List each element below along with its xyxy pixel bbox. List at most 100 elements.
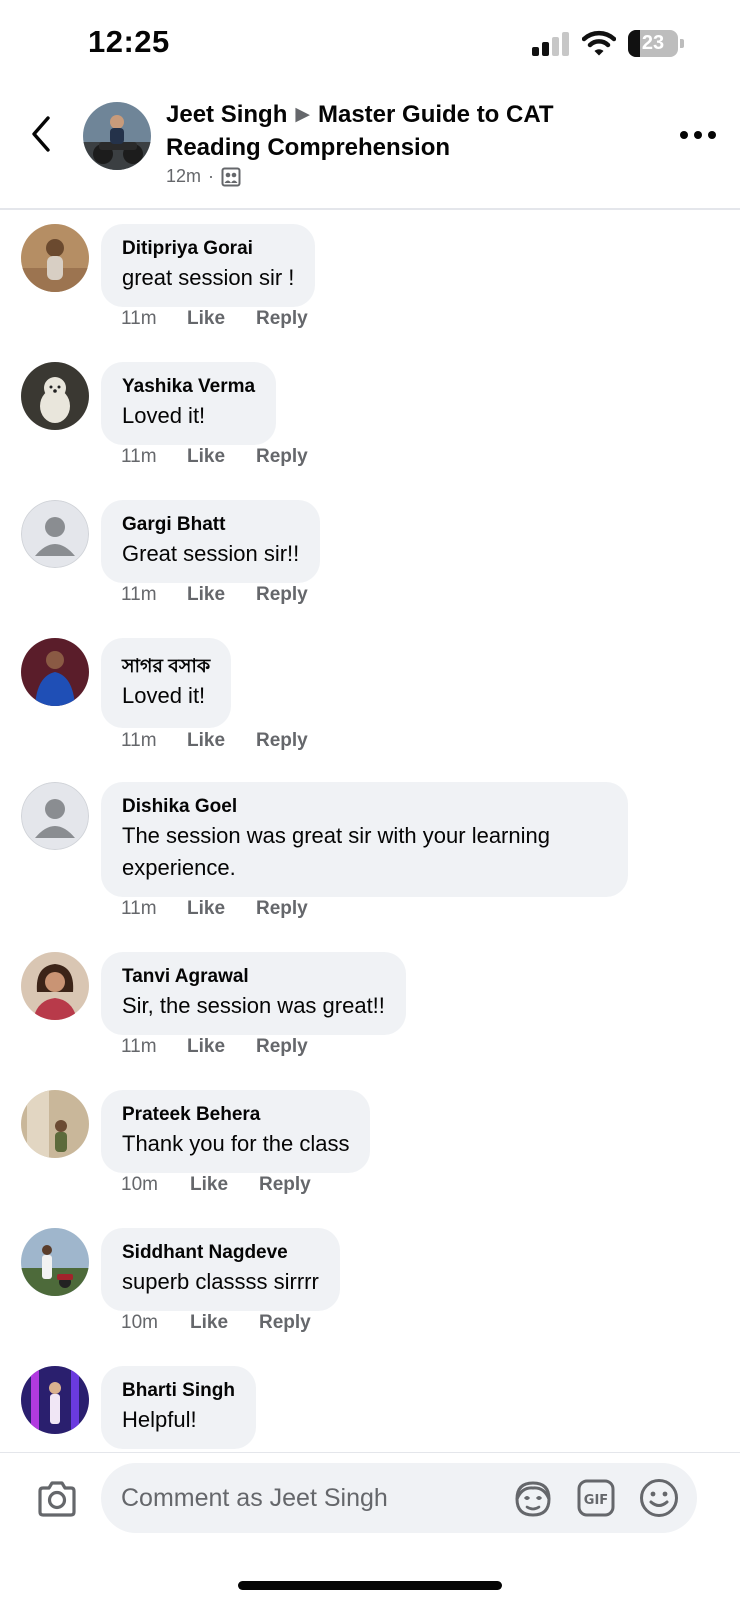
avatar[interactable] [21, 1228, 89, 1296]
triangle-right-icon: ▶ [295, 104, 310, 125]
reply-button[interactable]: Reply [256, 584, 308, 606]
comment-actions: 11m Like Reply [121, 584, 308, 606]
reply-button[interactable]: Reply [256, 446, 308, 468]
comment-text: Great session sir!! [122, 541, 300, 566]
reply-button[interactable]: Reply [256, 308, 308, 330]
commenter-name[interactable]: Tanvi Agrawal [122, 964, 385, 990]
comment-bubble[interactable]: Dishika Goel The session was great sir w… [101, 782, 628, 897]
comment-bubble[interactable]: Siddhant Nagdeve superb classss sirrrr [101, 1228, 340, 1311]
wifi-icon [581, 30, 617, 56]
more-options-button[interactable] [680, 128, 716, 142]
avatar[interactable] [21, 952, 89, 1020]
comment-bubble[interactable]: Prateek Behera Thank you for the class [101, 1090, 371, 1173]
emoji-button[interactable] [639, 1478, 679, 1518]
reply-button[interactable]: Reply [256, 898, 308, 920]
avatar[interactable] [21, 362, 89, 430]
comment-text: The session was great sir with your lear… [122, 823, 550, 880]
commenter-name[interactable]: Dishika Goel [122, 794, 607, 820]
svg-text:GIF: GIF [584, 1493, 608, 1508]
commenter-name[interactable]: Yashika Verma [122, 374, 255, 400]
comment-text: Sir, the session was great!! [122, 993, 385, 1018]
like-button[interactable]: Like [190, 1174, 259, 1196]
comment-time[interactable]: 11m [121, 898, 187, 920]
comment-actions: 11m Like Reply [121, 1036, 308, 1058]
like-button[interactable]: Like [187, 446, 256, 468]
comment-text: Loved it! [122, 403, 206, 428]
commenter-name[interactable]: Gargi Bhatt [122, 512, 299, 538]
commenter-name[interactable]: Ditipriya Gorai [122, 236, 294, 262]
like-button[interactable]: Like [187, 308, 256, 330]
like-button[interactable]: Like [187, 584, 256, 606]
comment-time[interactable]: 11m [121, 446, 187, 468]
like-button[interactable]: Like [190, 1312, 259, 1334]
gif-button[interactable]: GIF [577, 1479, 615, 1517]
comment-item: Bharti Singh Helpful! [0, 1354, 740, 1452]
comment-text: superb classss sirrrr [122, 1269, 319, 1294]
comment-input-wrapper: GIF [101, 1463, 697, 1533]
comment-time[interactable]: 11m [121, 308, 187, 330]
comment-time[interactable]: 10m [121, 1312, 190, 1334]
cellular-signal-icon [532, 32, 572, 56]
reply-button[interactable]: Reply [259, 1174, 311, 1196]
post-header: Jeet Singh ▶ Master Guide to CAT Reading C… [0, 90, 740, 210]
gif-icon: GIF [577, 1479, 615, 1517]
comment-text: Loved it! [122, 683, 206, 708]
commenter-name[interactable]: Prateek Behera [122, 1102, 349, 1128]
comment-actions: 11m Like Reply [121, 308, 308, 330]
comment-item: Tanvi Agrawal Sir, the session was great… [0, 940, 740, 1078]
status-bar: 12:25 23 [0, 0, 740, 90]
like-button[interactable]: Like [187, 1036, 256, 1058]
post-time[interactable]: 12m [166, 166, 201, 187]
commenter-name[interactable]: Bharti Singh [122, 1378, 235, 1404]
comment-actions: 10m Like Reply [121, 1312, 311, 1334]
like-button[interactable]: Like [187, 898, 256, 920]
avatar[interactable] [21, 1090, 89, 1158]
comment-item: সাগর বসাক Loved it! 11m Like Reply [0, 626, 740, 772]
comment-actions: 11m Like Reply [121, 446, 308, 468]
author-name[interactable]: Jeet Singh [166, 101, 287, 128]
comment-time[interactable]: 11m [121, 1036, 187, 1058]
author-avatar[interactable] [83, 102, 151, 170]
comment-item: Dishika Goel The session was great sir w… [0, 770, 740, 942]
status-time: 12:25 [88, 24, 170, 59]
reply-button[interactable]: Reply [259, 1312, 311, 1334]
comment-item: Prateek Behera Thank you for the class 1… [0, 1078, 740, 1216]
avatar[interactable] [21, 638, 89, 706]
chevron-left-icon [32, 116, 50, 152]
comment-input[interactable] [121, 1463, 481, 1533]
comment-bubble[interactable]: সাগর বসাক Loved it! [101, 638, 232, 728]
comment-text: great session sir ! [122, 265, 295, 290]
home-indicator [238, 1581, 502, 1590]
avatar[interactable] [21, 782, 89, 850]
comment-list: Ditipriya Gorai great session sir ! 11m … [0, 212, 740, 1452]
camera-icon [38, 1481, 76, 1517]
comment-bubble[interactable]: Bharti Singh Helpful! [101, 1366, 256, 1449]
battery-icon: 23 [628, 30, 684, 57]
avatar[interactable] [21, 1366, 89, 1434]
commenter-name[interactable]: Siddhant Nagdeve [122, 1240, 319, 1266]
comment-actions: 11m Like Reply [121, 730, 308, 752]
avatar-sticker-button[interactable] [512, 1479, 554, 1519]
reply-button[interactable]: Reply [256, 730, 308, 752]
avatar-sticker-icon [515, 1481, 551, 1517]
comment-item: Gargi Bhatt Great session sir!! 11m Like… [0, 488, 740, 626]
comment-time[interactable]: 11m [121, 730, 187, 752]
comment-item: Ditipriya Gorai great session sir ! 11m … [0, 212, 740, 350]
comment-time[interactable]: 10m [121, 1174, 190, 1196]
commenter-name[interactable]: সাগর বসাক [122, 654, 210, 680]
group-photo-icon [221, 167, 241, 186]
reply-button[interactable]: Reply [256, 1036, 308, 1058]
comment-time[interactable]: 11m [121, 584, 187, 606]
comment-bubble[interactable]: Yashika Verma Loved it! [101, 362, 277, 445]
comment-item: Siddhant Nagdeve superb classss sirrrr 1… [0, 1216, 740, 1354]
like-button[interactable]: Like [187, 730, 256, 752]
battery-level: 23 [641, 32, 665, 54]
comment-bubble[interactable]: Tanvi Agrawal Sir, the session was great… [101, 952, 406, 1035]
avatar[interactable] [21, 500, 89, 568]
avatar[interactable] [21, 224, 89, 292]
comment-bubble[interactable]: Ditipriya Gorai great session sir ! [101, 224, 316, 307]
comment-bubble[interactable]: Gargi Bhatt Great session sir!! [101, 500, 321, 583]
back-button[interactable] [24, 112, 60, 156]
post-meta: 12m · [166, 166, 241, 187]
camera-button[interactable] [36, 1479, 78, 1519]
